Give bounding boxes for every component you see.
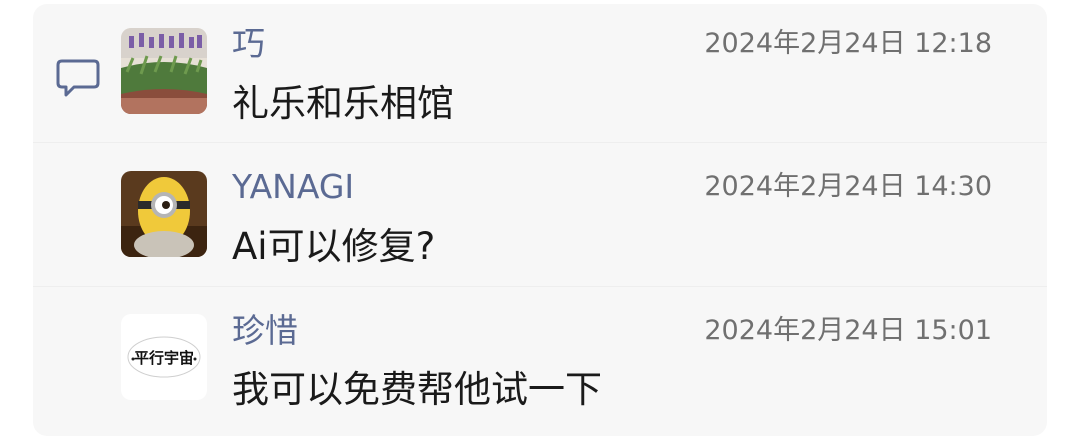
comment-author[interactable]: 珍惜 [232,311,298,351]
comment-author[interactable]: YANAGI [232,167,354,207]
avatar[interactable] [121,171,207,257]
comment-timestamp: 2024年2月24日 15:01 [704,315,992,346]
comment-text: 礼乐和乐相馆 [232,82,454,125]
comment-divider [33,286,1047,287]
avatar-image [121,171,207,257]
comment-bubble-icon[interactable] [55,58,101,98]
avatar[interactable]: 平行宇宙 [121,314,207,400]
avatar-image [121,28,207,114]
avatar-image: 平行宇宙 [121,314,207,400]
avatar-logo-text: 平行宇宙 [134,349,194,367]
comment-text: 我可以免费帮他试一下 [232,368,602,411]
avatar[interactable] [121,28,207,114]
comment-divider [33,142,1047,143]
comment-timestamp: 2024年2月24日 12:18 [704,28,992,59]
comment-timestamp: 2024年2月24日 14:30 [704,171,992,202]
comment-author[interactable]: 巧 [232,24,265,64]
comment-text: Ai可以修复? [232,225,436,268]
